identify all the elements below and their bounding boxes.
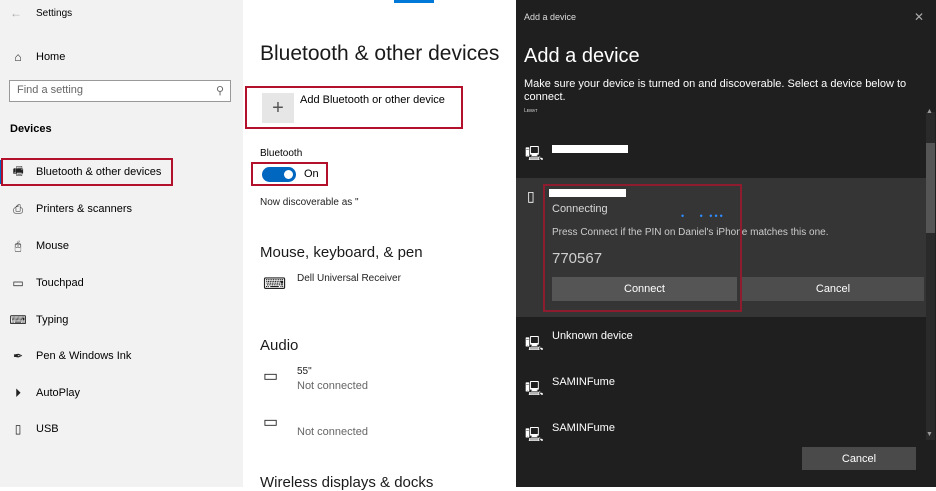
search-input[interactable]: Find a setting ⚲ xyxy=(9,80,231,102)
add-device-button[interactable]: + xyxy=(262,93,294,123)
device-name[interactable]: Dell Universal Receiver xyxy=(297,273,401,284)
sidebar-item-typing[interactable]: ⌨ Typing xyxy=(0,305,243,335)
autoplay-icon: ⏵ xyxy=(14,385,21,400)
touchpad-icon: ▭ xyxy=(12,276,24,290)
computer-icon: 🖳 xyxy=(525,426,544,442)
sidebar-item-label: Bluetooth & other devices xyxy=(36,166,162,178)
wireless-section-title: Wireless displays & docks xyxy=(260,474,434,491)
sidebar-item-label: Touchpad xyxy=(36,277,84,289)
home-icon: ⌂ xyxy=(14,50,22,64)
bluetooth-toggle[interactable] xyxy=(262,167,296,182)
scroll-down-icon[interactable]: ▼ xyxy=(926,431,933,438)
close-icon[interactable]: ✕ xyxy=(914,10,924,24)
audio-section-title: Audio xyxy=(260,337,299,354)
bluetooth-devices-icon: 🖷 xyxy=(12,163,24,178)
plus-icon: + xyxy=(272,96,284,119)
cancel-button[interactable]: Cancel xyxy=(802,447,916,470)
window-title: Settings xyxy=(36,8,73,19)
device-label: Lᴇᴍᴀᴛ xyxy=(524,108,538,114)
pen-icon: ✒ xyxy=(12,349,24,363)
computer-icon: 🖳 xyxy=(525,380,544,396)
sidebar-item-bluetooth[interactable]: 🖷 Bluetooth & other devices xyxy=(0,157,243,187)
sidebar-item-home[interactable]: ⌂ Home xyxy=(0,42,243,72)
sidebar-item-label: Typing xyxy=(36,314,69,326)
mouse-section-title: Mouse, keyboard, & pen xyxy=(260,244,423,261)
device-name[interactable]: Unknown device xyxy=(552,330,633,342)
keyboard-icon: ⌨ xyxy=(263,276,287,293)
printer-icon: ⎙ xyxy=(13,201,23,216)
discoverable-text: Now discoverable as " xyxy=(260,197,359,208)
device-status: Not connected xyxy=(297,380,368,392)
toggle-knob xyxy=(284,170,293,179)
monitor-icon: ▭ xyxy=(263,368,279,385)
device-name[interactable]: 55" xyxy=(297,366,312,377)
sidebar-item-touchpad[interactable]: ▭ Touchpad xyxy=(0,268,243,298)
top-accent-bar xyxy=(394,0,434,3)
sidebar-item-label: Pen & Windows Ink xyxy=(36,350,132,362)
scrollbar-thumb[interactable] xyxy=(926,143,935,233)
highlight-box xyxy=(543,184,742,312)
page-title: Bluetooth & other devices xyxy=(260,42,500,65)
sidebar-item-mouse[interactable]: 🖰 Mouse xyxy=(0,231,243,261)
toggle-state: On xyxy=(304,168,319,180)
keyboard-icon: ⌨ xyxy=(9,313,27,327)
sidebar-item-printers[interactable]: ⎙ Printers & scanners xyxy=(0,194,243,224)
device-name[interactable]: SAMINFume xyxy=(552,376,615,388)
sidebar-item-label: AutoPlay xyxy=(36,387,81,399)
monitor-icon: ▭ xyxy=(263,414,279,431)
computer-icon: 🖳 xyxy=(525,335,544,351)
redacted-device-name xyxy=(552,145,628,153)
search-icon: ⚲ xyxy=(215,85,224,97)
mouse-icon: 🖰 xyxy=(14,238,22,253)
sidebar-item-autoplay[interactable]: ⏵ AutoPlay xyxy=(0,378,243,408)
back-arrow-icon[interactable]: ← xyxy=(10,6,22,20)
sidebar-item-usb[interactable]: ▯ USB xyxy=(0,414,243,444)
title-bar: ← Settings xyxy=(0,0,243,30)
sidebar-item-label: USB xyxy=(36,423,59,435)
phone-icon: ▯ xyxy=(527,188,535,204)
bluetooth-label: Bluetooth xyxy=(260,148,303,159)
dialog-title: Add a device xyxy=(524,12,577,22)
dialog-description: Make sure your device is turned on and d… xyxy=(524,78,907,103)
sidebar-item-label: Printers & scanners xyxy=(36,203,132,215)
sidebar-item-pen[interactable]: ✒ Pen & Windows Ink xyxy=(0,341,243,371)
usb-icon: ▯ xyxy=(14,422,22,436)
sidebar: ← Settings ⌂ Home Find a setting ⚲ Devic… xyxy=(0,0,243,487)
sidebar-item-label: Home xyxy=(36,51,66,63)
device-name[interactable]: SAMINFume xyxy=(552,422,615,434)
add-device-label[interactable]: Add Bluetooth or other device xyxy=(300,94,445,106)
sidebar-item-label: Mouse xyxy=(36,240,70,252)
section-title: Devices xyxy=(10,123,52,135)
search-placeholder: Find a setting xyxy=(17,84,84,96)
dialog-heading: Add a device xyxy=(524,45,640,67)
scroll-up-icon[interactable]: ▲ xyxy=(926,108,933,115)
device-status: Not connected xyxy=(297,426,368,438)
cancel-pairing-button[interactable]: Cancel xyxy=(742,277,924,301)
computer-icon: 🖳 xyxy=(525,145,544,161)
